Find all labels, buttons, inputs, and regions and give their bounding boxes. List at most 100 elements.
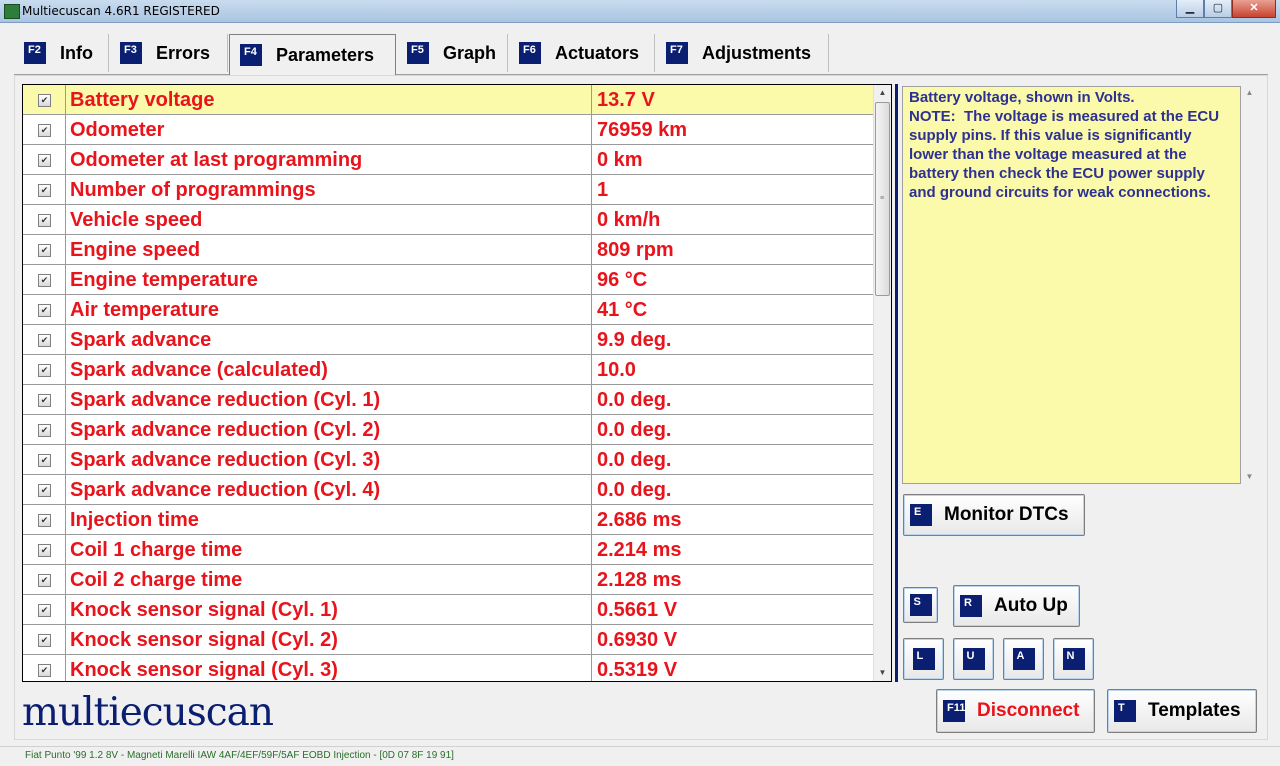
row-checkbox[interactable]: ✔ <box>38 394 51 407</box>
tab-actuators[interactable]: F6 Actuators <box>509 34 655 72</box>
parameter-value: 809 rpm <box>597 239 674 261</box>
table-row[interactable]: ✔ Coil 1 charge time 2.214 ms <box>23 535 874 565</box>
parameter-name-cell: Spark advance (calculated) <box>65 355 592 384</box>
row-checkbox[interactable]: ✔ <box>38 214 51 227</box>
tab-parameters[interactable]: F4 Parameters <box>229 34 396 75</box>
status-bar: Fiat Punto '99 1.2 8V - Magneti Marelli … <box>0 746 1280 766</box>
row-checkbox[interactable]: ✔ <box>38 334 51 347</box>
parameter-name: Injection time <box>70 509 199 531</box>
maximize-button[interactable]: ▢ <box>1204 0 1232 18</box>
t-key-badge: T <box>1114 700 1136 722</box>
button-label: Disconnect <box>977 700 1080 721</box>
row-checkbox[interactable]: ✔ <box>38 634 51 647</box>
row-checkbox[interactable]: ✔ <box>38 364 51 377</box>
a-button[interactable]: A <box>1003 638 1044 680</box>
table-row[interactable]: ✔ Air temperature 41 °C <box>23 295 874 325</box>
row-checkbox[interactable]: ✔ <box>38 274 51 287</box>
row-checkbox-cell: ✔ <box>23 385 66 414</box>
s-button[interactable]: S <box>903 587 938 623</box>
panel-divider[interactable] <box>895 84 898 682</box>
row-checkbox[interactable]: ✔ <box>38 184 51 197</box>
table-row[interactable]: ✔ Knock sensor signal (Cyl. 3) 0.5319 V <box>23 655 874 681</box>
table-row[interactable]: ✔ Spark advance (calculated) 10.0 <box>23 355 874 385</box>
close-button[interactable]: ✕ <box>1232 0 1276 18</box>
row-checkbox[interactable]: ✔ <box>38 664 51 677</box>
n-key-badge: N <box>1062 648 1085 670</box>
templates-button[interactable]: T Templates <box>1107 689 1257 733</box>
table-row[interactable]: ✔ Number of programmings 1 <box>23 175 874 205</box>
parameter-value: 41 °C <box>597 299 648 321</box>
row-checkbox[interactable]: ✔ <box>38 484 51 497</box>
row-checkbox[interactable]: ✔ <box>38 574 51 587</box>
table-row[interactable]: ✔ Knock sensor signal (Cyl. 2) 0.6930 V <box>23 625 874 655</box>
tab-info[interactable]: F2 Info <box>14 34 109 72</box>
auto-up-button[interactable]: R Auto Up <box>953 585 1080 627</box>
parameter-value: 0.0 deg. <box>597 479 672 501</box>
table-row[interactable]: ✔ Spark advance reduction (Cyl. 2) 0.0 deg… <box>23 415 874 445</box>
scroll-down-arrow-icon[interactable]: ▼ <box>1241 470 1258 484</box>
parameter-value: 76959 km <box>597 119 688 141</box>
scroll-up-arrow-icon[interactable]: ▲ <box>1241 86 1258 100</box>
parameter-value-cell: 0 km/h <box>592 205 874 234</box>
row-checkbox[interactable]: ✔ <box>38 604 51 617</box>
table-row[interactable]: ✔ Coil 2 charge time 2.128 ms <box>23 565 874 595</box>
table-row[interactable]: ✔ Injection time 2.686 ms <box>23 505 874 535</box>
parameter-name-cell: Knock sensor signal (Cyl. 2) <box>65 625 592 654</box>
row-checkbox[interactable]: ✔ <box>38 304 51 317</box>
tab-adjustments[interactable]: F7 Adjustments <box>656 34 829 72</box>
row-checkbox-cell: ✔ <box>23 475 66 504</box>
parameter-value-cell: 2.686 ms <box>592 505 874 534</box>
row-checkbox[interactable]: ✔ <box>38 124 51 137</box>
table-row[interactable]: ✔ Spark advance reduction (Cyl. 3) 0.0 deg… <box>23 445 874 475</box>
table-row[interactable]: ✔ Spark advance 9.9 deg. <box>23 325 874 355</box>
tab-label: Errors <box>156 42 211 63</box>
row-checkbox[interactable]: ✔ <box>38 514 51 527</box>
parameter-value: 9.9 deg. <box>597 329 672 351</box>
tab-errors[interactable]: F3 Errors <box>110 34 228 72</box>
table-row[interactable]: ✔ Odometer 76959 km <box>23 115 874 145</box>
tab-graph[interactable]: F5 Graph <box>397 34 508 72</box>
row-checkbox-cell: ✔ <box>23 445 66 474</box>
scroll-up-arrow-icon[interactable]: ▲ <box>874 85 891 101</box>
row-checkbox[interactable]: ✔ <box>38 424 51 437</box>
table-row[interactable]: ✔ Engine temperature 96 °C <box>23 265 874 295</box>
s-key-badge: S <box>909 594 932 616</box>
a-key-badge: A <box>1012 648 1035 670</box>
table-row[interactable]: ✔ Knock sensor signal (Cyl. 1) 0.5661 V <box>23 595 874 625</box>
f6-key-badge: F6 <box>519 42 541 64</box>
tab-label: Graph <box>443 42 497 63</box>
table-row[interactable]: ✔ Odometer at last programming 0 km <box>23 145 874 175</box>
parameter-value-cell: 9.9 deg. <box>592 325 874 354</box>
n-button[interactable]: N <box>1053 638 1094 680</box>
l-button[interactable]: L <box>903 638 944 680</box>
description-scrollbar[interactable]: ▲ ▼ <box>1241 86 1258 484</box>
f2-key-badge: F2 <box>24 42 46 64</box>
parameter-name-cell: Odometer <box>65 115 592 144</box>
scroll-down-arrow-icon[interactable]: ▼ <box>874 665 891 681</box>
table-row[interactable]: ✔ Engine speed 809 rpm <box>23 235 874 265</box>
parameter-value: 96 °C <box>597 269 648 291</box>
parameter-name-cell: Spark advance reduction (Cyl. 4) <box>65 475 592 504</box>
row-checkbox[interactable]: ✔ <box>38 94 51 107</box>
parameter-value-cell: 0.0 deg. <box>592 445 874 474</box>
row-checkbox[interactable]: ✔ <box>38 454 51 467</box>
table-row[interactable]: ✔ Battery voltage 13.7 V <box>23 85 874 115</box>
table-row[interactable]: ✔ Spark advance reduction (Cyl. 4) 0.0 deg… <box>23 475 874 505</box>
monitor-dtcs-button[interactable]: E Monitor DTCs <box>903 494 1085 536</box>
u-key-badge: U <box>962 648 985 670</box>
table-row[interactable]: ✔ Spark advance reduction (Cyl. 1) 0.0 deg… <box>23 385 874 415</box>
parameter-name-cell: Battery voltage <box>65 85 592 114</box>
f7-key-badge: F7 <box>666 42 688 64</box>
row-checkbox[interactable]: ✔ <box>38 544 51 557</box>
button-label: Templates <box>1148 700 1241 721</box>
minimize-button[interactable]: ▁ <box>1176 0 1204 18</box>
u-button[interactable]: U <box>953 638 994 680</box>
parameter-name: Engine speed <box>70 239 201 261</box>
row-checkbox[interactable]: ✔ <box>38 154 51 167</box>
table-scrollbar[interactable]: ▲ ≡ ▼ <box>873 85 891 681</box>
disconnect-button[interactable]: F11 Disconnect <box>936 689 1095 733</box>
parameter-value: 1 <box>597 179 609 201</box>
table-row[interactable]: ✔ Vehicle speed 0 km/h <box>23 205 874 235</box>
row-checkbox[interactable]: ✔ <box>38 244 51 257</box>
scroll-thumb[interactable]: ≡ <box>875 102 890 296</box>
